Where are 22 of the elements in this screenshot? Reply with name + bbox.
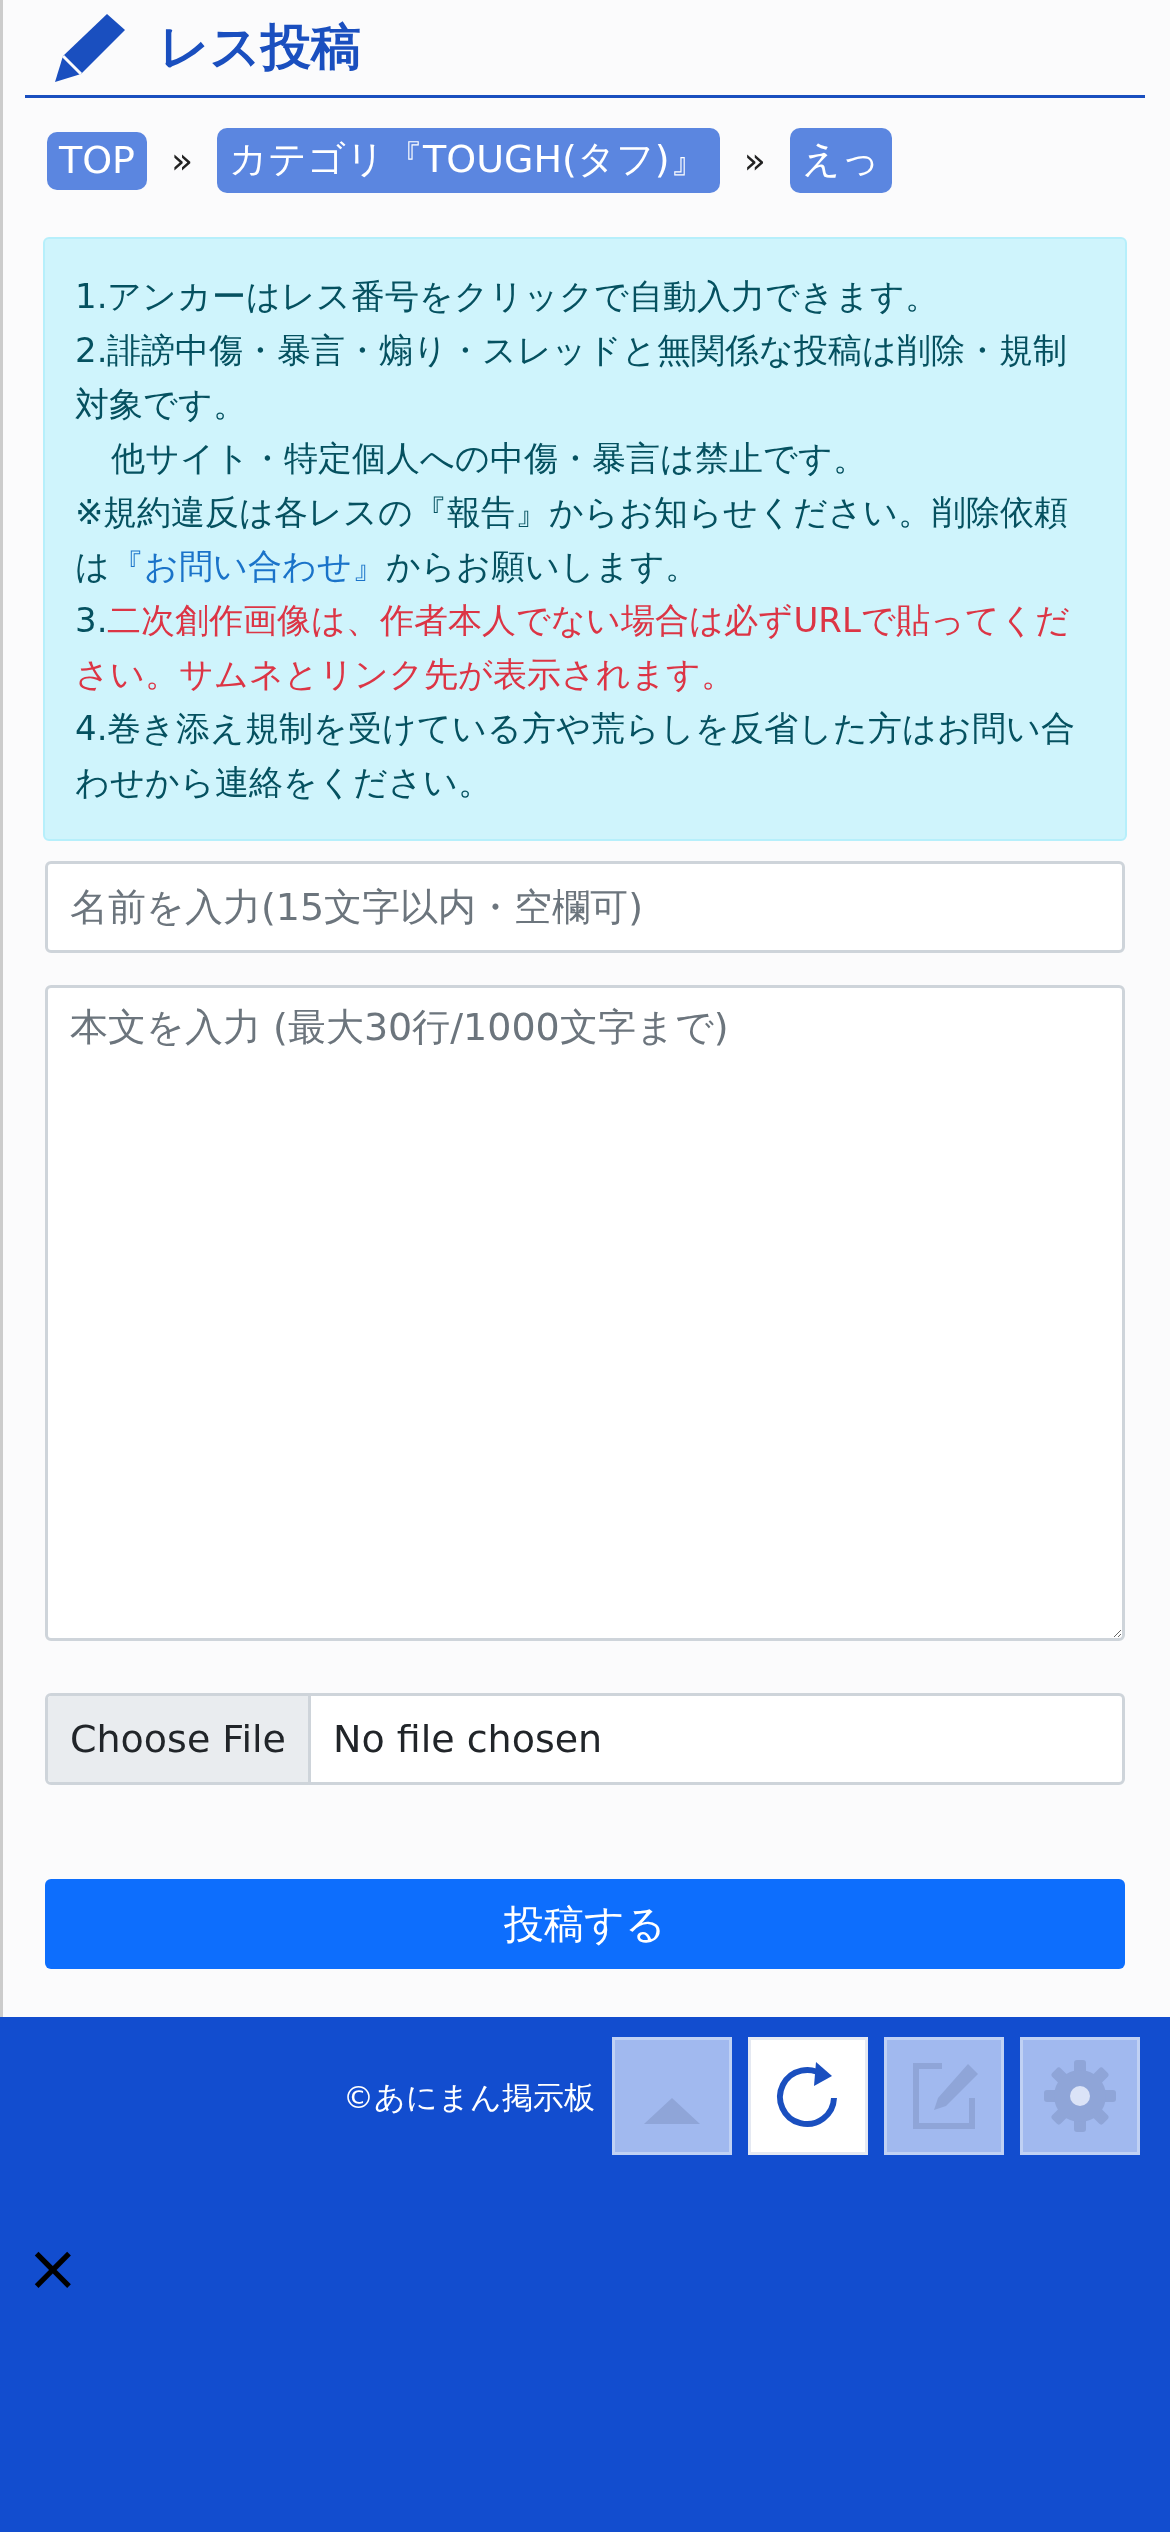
submit-button[interactable]: 投稿する: [45, 1879, 1125, 1969]
breadcrumb-separator: »: [743, 140, 766, 181]
notice-text: 3.二次創作画像は、作者本人でない場合は必ずURLで貼ってください。サムネとリンク先が表示されます。: [75, 599, 1071, 696]
notice-text: 2.誹謗中傷・暴言・煽り・スレッドと無関係な投稿は削除・規制対象です。: [75, 329, 1069, 426]
notice-text: 4.巻き添え規制を受けている方や荒らしを反省した方はお問い合わせから連絡をください。: [75, 707, 1077, 804]
copyright-text: ©あにまん掲示板: [343, 2078, 595, 2117]
choose-file-button[interactable]: Choose File: [48, 1696, 311, 1782]
notice-text: ※規約違反は各レスの『報告』からお知らせください。削除依頼は『お問い合わせ』からお願いします。: [75, 491, 1070, 588]
contact-link[interactable]: 『お問い合わせ』: [110, 546, 386, 586]
breadcrumb-link[interactable]: えっ: [789, 128, 892, 193]
body-field[interactable]: 本文を入力 (最大30行/1000文字まで): [45, 985, 1125, 1641]
file-status: No file chosen: [331, 1717, 603, 1761]
notice-text: 他サイト・特定個人への中傷・暴言は禁止です。: [110, 437, 868, 480]
breadcrumb-link[interactable]: カテゴリ『TOUGH(タフ)』: [217, 128, 720, 193]
floating-button[interactable]: [748, 2037, 868, 2155]
breadcrumb-link[interactable]: TOP: [47, 131, 148, 190]
file-input[interactable]: Choose File No file chosen: [45, 1693, 1125, 1785]
close-button[interactable]: ×: [20, 2236, 86, 2300]
notice-text: 1.アンカーはレス番号をクリックで自動入力できます。: [75, 275, 941, 318]
breadcrumb-separator: »: [171, 140, 194, 181]
page-title: レス投稿: [159, 17, 361, 78]
name-field[interactable]: 名前を入力(15文字以内・空欄可): [45, 861, 1125, 953]
